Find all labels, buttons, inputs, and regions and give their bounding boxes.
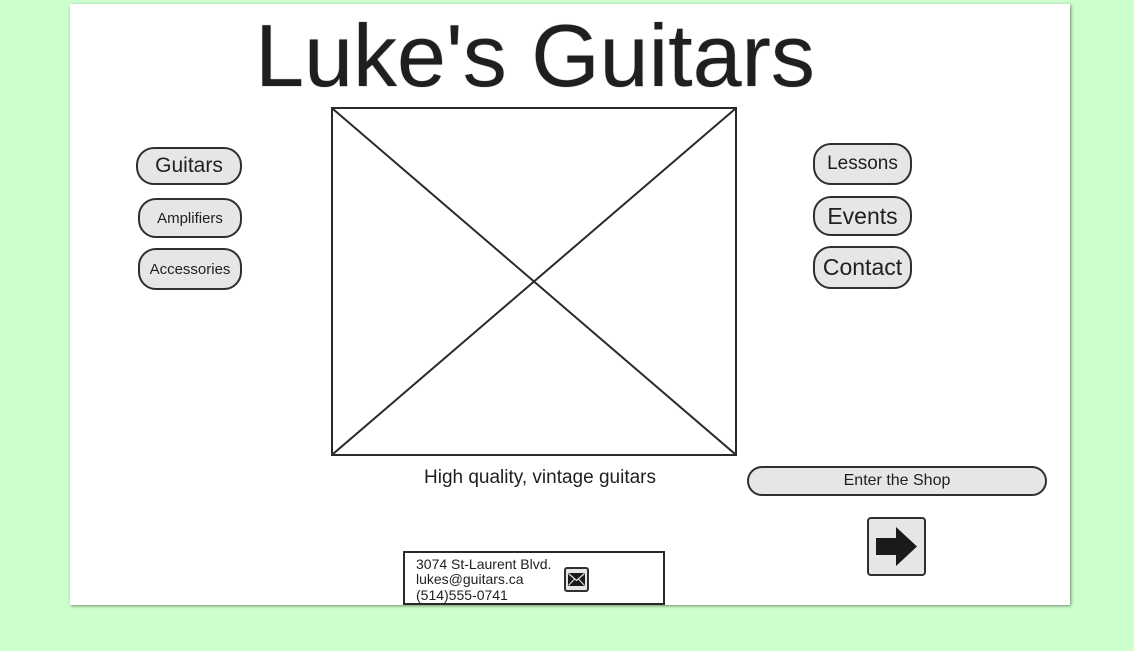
phone-text: (514)555-0741	[416, 587, 508, 603]
page-canvas: Luke's Guitars Guitars Amplifiers Access…	[70, 4, 1070, 605]
nav-contact-button[interactable]: Contact	[813, 246, 912, 289]
email-button[interactable]	[564, 567, 589, 592]
address-text: 3074 St-Laurent Blvd.	[416, 556, 552, 572]
enter-shop-button[interactable]: Enter the Shop	[747, 466, 1047, 496]
contact-info-box: 3074 St-Laurent Blvd. lukes@guitars.ca (…	[403, 551, 665, 605]
nav-lessons-button[interactable]: Lessons	[813, 143, 912, 185]
email-text: lukes@guitars.ca	[416, 571, 524, 587]
arrow-right-icon	[876, 527, 917, 566]
nav-guitars-button[interactable]: Guitars	[136, 147, 242, 185]
site-title: Luke's Guitars	[255, 6, 815, 105]
nav-accessories-button[interactable]: Accessories	[138, 248, 242, 290]
envelope-icon	[568, 573, 585, 586]
image-placeholder-icon	[331, 107, 737, 456]
nav-amplifiers-button[interactable]: Amplifiers	[138, 198, 242, 238]
tagline: High quality, vintage guitars	[424, 467, 656, 488]
nav-events-button[interactable]: Events	[813, 196, 912, 236]
enter-shop-arrow-button[interactable]	[867, 517, 926, 576]
